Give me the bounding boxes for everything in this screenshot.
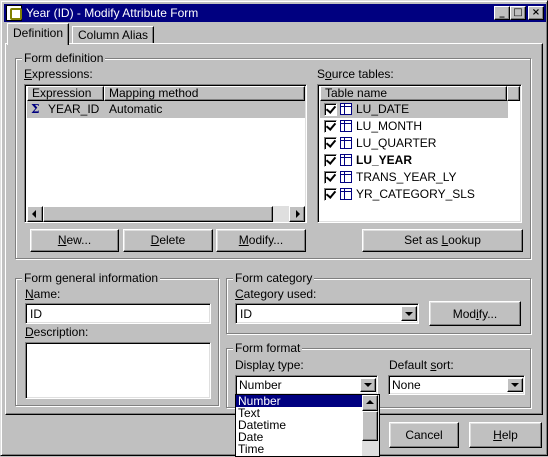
expression-cell: YEAR_ID — [48, 102, 100, 116]
tab-column-alias-label: Column Alias — [78, 28, 149, 42]
display-type-dropdown-button[interactable] — [360, 378, 376, 392]
source-table-checkbox[interactable] — [324, 137, 337, 150]
scroll-left-button[interactable] — [27, 206, 43, 222]
table-icon — [340, 120, 352, 132]
column-header-mapping-method[interactable]: Mapping method — [104, 86, 305, 101]
description-label: Description: — [25, 325, 89, 339]
app-icon[interactable] — [6, 5, 22, 21]
source-table-checkbox[interactable] — [324, 188, 337, 201]
modify-attribute-form-window: Year (ID) - Modify Attribute Form _ □ × … — [0, 0, 548, 457]
table-icon — [340, 171, 352, 183]
form-format-legend: Form format — [233, 341, 303, 355]
display-type-option[interactable]: Time — [236, 443, 362, 455]
dropdown-scroll-up-button[interactable] — [362, 395, 378, 411]
column-header-filler — [507, 86, 520, 101]
category-used-select[interactable]: ID — [235, 303, 419, 324]
mapping-method-cell: Automatic — [109, 102, 163, 116]
close-button[interactable]: × — [528, 6, 544, 20]
description-field[interactable] — [25, 342, 211, 399]
chevron-down-icon — [511, 383, 519, 387]
name-field-value: ID — [30, 307, 42, 321]
arrow-right-icon — [296, 210, 300, 218]
display-type-label: Display type: — [235, 358, 304, 372]
category-used-value: ID — [240, 307, 252, 321]
column-header-table-name-label: Table name — [325, 86, 388, 100]
chevron-down-icon — [364, 383, 372, 387]
expressions-label-text: xpressions: — [32, 67, 93, 81]
cancel-button[interactable]: Cancel — [389, 422, 459, 448]
category-modify-button[interactable]: Modify... — [429, 301, 521, 326]
source-table-row[interactable]: LU_YEAR — [320, 152, 508, 169]
help-button[interactable]: Help — [469, 422, 542, 448]
source-table-checkbox[interactable] — [324, 103, 337, 116]
column-header-mapping-label: Mapping method — [109, 86, 199, 100]
name-field[interactable]: ID — [25, 303, 211, 324]
cancel-label: Cancel — [405, 428, 443, 442]
modify-button[interactable]: Modify... — [216, 229, 306, 252]
table-icon — [340, 103, 352, 115]
source-table-name: LU_DATE — [356, 102, 410, 116]
source-table-name: LU_YEAR — [356, 153, 413, 167]
set-as-lookup-button[interactable]: Set as Lookup — [362, 229, 523, 252]
default-sort-label: Default sort: — [389, 358, 454, 372]
window-title: Year (ID) - Modify Attribute Form — [26, 6, 199, 20]
expressions-label: Expressions: — [24, 67, 93, 81]
column-header-expression-label: Expression — [32, 86, 92, 100]
arrow-up-icon — [366, 400, 374, 404]
dropdown-vertical-scrollbar[interactable] — [362, 395, 379, 456]
display-type-dropdown-list[interactable]: Number Text Datetime Date Time — [235, 394, 380, 457]
source-table-row[interactable]: TRANS_YEAR_LY — [320, 169, 508, 186]
table-icon — [340, 154, 352, 166]
display-type-value: Number — [239, 378, 282, 392]
scroll-right-button[interactable] — [289, 206, 305, 222]
minimize-button[interactable]: _ — [494, 6, 510, 20]
maximize-button[interactable]: □ — [510, 6, 526, 20]
category-dropdown-button[interactable] — [401, 306, 417, 321]
title-bar[interactable]: Year (ID) - Modify Attribute Form _ □ × — [4, 4, 546, 22]
table-icon — [340, 137, 352, 149]
source-table-name: LU_QUARTER — [356, 136, 437, 150]
sigma-icon: Σ — [31, 102, 40, 116]
new-button[interactable]: New... — [30, 229, 119, 252]
form-category-legend: Form category — [233, 271, 315, 285]
source-tables-label: Source tables: — [317, 67, 394, 81]
source-table-checkbox[interactable] — [324, 120, 337, 133]
form-general-information-legend: Form general information — [22, 271, 161, 285]
source-table-checkbox[interactable] — [324, 154, 337, 167]
display-type-select[interactable]: Number — [235, 375, 378, 395]
source-table-row[interactable]: LU_MONTH — [320, 118, 508, 135]
default-sort-dropdown-button[interactable] — [507, 378, 523, 392]
table-icon — [340, 188, 352, 200]
category-used-label: Category used: — [235, 287, 317, 301]
source-table-checkbox[interactable] — [324, 171, 337, 184]
form-definition-legend: Form definition — [22, 51, 106, 65]
chevron-down-icon — [405, 312, 413, 316]
source-table-row[interactable]: LU_QUARTER — [320, 135, 508, 152]
scrollbar-thumb[interactable] — [43, 206, 273, 222]
name-label: Name: — [25, 287, 61, 301]
tab-definition[interactable]: Definition — [7, 23, 70, 45]
delete-button[interactable]: Delete — [123, 229, 213, 252]
table-row[interactable]: Σ YEAR_ID Automatic — [27, 101, 305, 118]
source-table-row[interactable]: YR_CATEGORY_SLS — [320, 186, 508, 203]
arrow-left-icon — [32, 210, 36, 218]
default-sort-value: None — [392, 378, 421, 392]
source-table-name: TRANS_YEAR_LY — [356, 170, 457, 184]
dropdown-scroll-thumb[interactable] — [362, 411, 378, 441]
source-table-name: LU_MONTH — [356, 119, 423, 133]
tab-definition-label: Definition — [13, 26, 64, 40]
tab-column-alias[interactable]: Column Alias — [72, 26, 155, 43]
column-header-table-name[interactable]: Table name — [320, 86, 507, 101]
source-table-name: YR_CATEGORY_SLS — [356, 187, 475, 201]
source-table-row[interactable]: LU_DATE — [320, 101, 508, 118]
column-header-expression[interactable]: Expression — [27, 86, 104, 101]
default-sort-select[interactable]: None — [388, 375, 525, 395]
